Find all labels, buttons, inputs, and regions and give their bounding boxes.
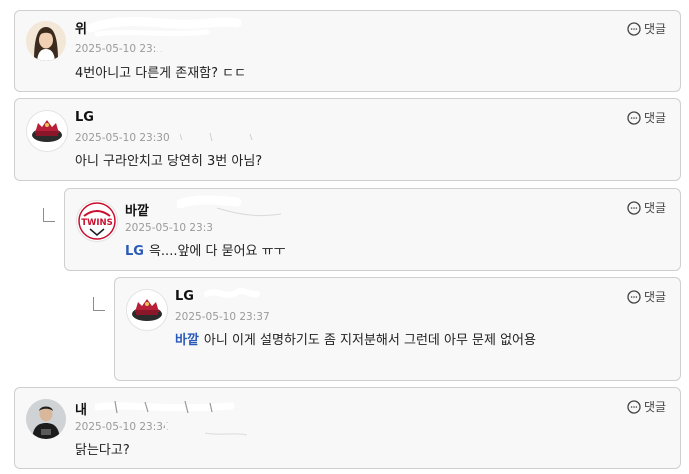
- reply-label: 댓글: [644, 290, 667, 304]
- redaction-scribble: [87, 17, 242, 37]
- redaction-scribble: [165, 421, 255, 436]
- mention-tag[interactable]: 바깥: [175, 333, 199, 348]
- reply-elbow-icon: [43, 208, 55, 222]
- reply-label: 댓글: [644, 201, 667, 215]
- comment-date: 2025-05-10 23:3: [125, 222, 213, 234]
- mention-tag[interactable]: LG: [125, 244, 144, 259]
- reply-button[interactable]: 댓글: [627, 288, 666, 305]
- comment-author[interactable]: 위: [75, 18, 87, 37]
- comment-date: 2025-05-10 23:30: [75, 132, 170, 144]
- comment-text: LG 윽....앞에 다 묻어요 ㅠㅜ: [125, 241, 645, 262]
- comment-card: 내 2025-05-10 23:34 닭는다고? 댓글: [14, 387, 681, 469]
- reply-elbow-icon: [93, 297, 105, 311]
- comment-card: 위 2025-05-10 23:2 4번아니고 다른게 존재함? ㄷㄷ 댓글: [14, 10, 681, 92]
- redaction-scribble: [177, 195, 282, 217]
- comment-card: LG 2025-05-10 23:30 아니 구라안치고 당연히 3번 아님? …: [14, 98, 681, 181]
- speech-bubble-icon: [627, 399, 641, 414]
- reply-label: 댓글: [644, 111, 667, 125]
- avatar[interactable]: TWINS: [76, 200, 118, 242]
- comment-text: 바깥 아니 이게 설명하기도 좀 지저분해서 그런데 아무 문제 없어용: [175, 330, 665, 351]
- reply-label: 댓글: [644, 400, 667, 414]
- comment-text: 닭는다고?: [75, 440, 635, 461]
- comment-card: LG 2025-05-10 23:37 바깥 아니 이게 설명하기도 좀 지저분해…: [114, 277, 681, 381]
- speech-bubble-icon: [627, 110, 641, 125]
- comment-author[interactable]: LG: [75, 110, 94, 125]
- speech-bubble-icon: [627, 289, 641, 304]
- comment-date: 2025-05-10 23:2: [75, 43, 163, 55]
- comment-date: 2025-05-10 23:34: [75, 421, 170, 433]
- reply-button[interactable]: 댓글: [627, 109, 666, 126]
- comment-text: 4번아니고 다른게 존재함? ㄷㄷ: [75, 63, 635, 84]
- speech-bubble-icon: [627, 21, 641, 36]
- avatar[interactable]: [26, 110, 68, 152]
- comment-body: 아니 이게 설명하기도 좀 지저분해서 그런데 아무 문제 없어용: [203, 333, 536, 348]
- avatar[interactable]: [126, 289, 168, 331]
- speech-bubble-icon: [627, 200, 641, 215]
- comment-body: 닭는다고?: [75, 443, 130, 458]
- reply-button[interactable]: 댓글: [627, 20, 666, 37]
- reply-label: 댓글: [644, 22, 667, 36]
- redaction-scribble: [157, 42, 277, 52]
- avatar[interactable]: [26, 21, 66, 61]
- svg-text:TWINS: TWINS: [81, 218, 113, 228]
- comment-body: 4번아니고 다른게 존재함? ㄷㄷ: [75, 66, 247, 81]
- comment-author[interactable]: LG: [175, 289, 194, 304]
- comment-author[interactable]: 바깥: [125, 200, 149, 219]
- redaction-scribble: [170, 132, 280, 142]
- redaction-scribble: [95, 400, 235, 414]
- comment-card: TWINS 바깥 2025-05-10 23:3 LG 윽....앞에 다 묻어요…: [64, 188, 681, 271]
- reply-button[interactable]: 댓글: [627, 398, 666, 415]
- comment-body: 아니 구라안치고 당연히 3번 아님?: [75, 154, 263, 169]
- avatar[interactable]: [26, 399, 66, 439]
- comment-text: 아니 구라안치고 당연히 3번 아님?: [75, 151, 635, 172]
- comment-body: 윽....앞에 다 묻어요 ㅠㅜ: [148, 244, 286, 259]
- comment-date: 2025-05-10 23:37: [175, 311, 270, 323]
- reply-button[interactable]: 댓글: [627, 199, 666, 216]
- comment-author[interactable]: 내: [75, 399, 87, 418]
- redaction-scribble: [204, 287, 260, 298]
